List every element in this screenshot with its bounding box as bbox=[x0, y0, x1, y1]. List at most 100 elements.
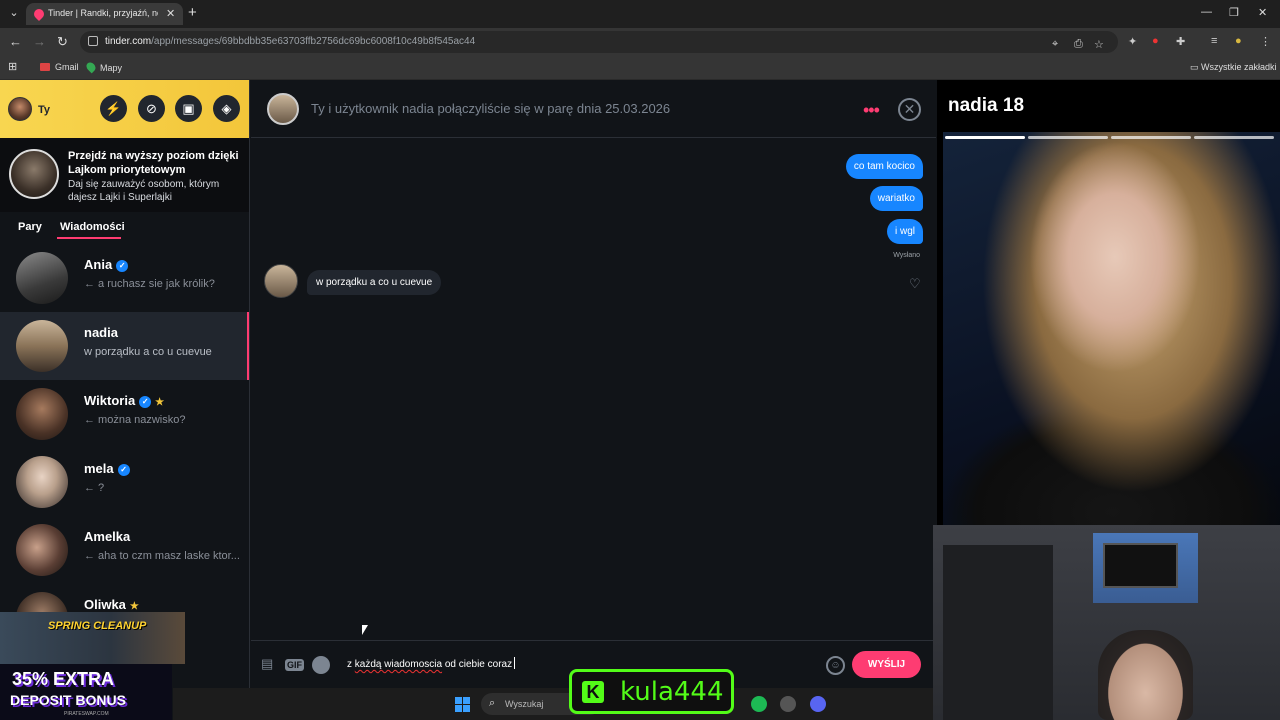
discord-taskbar-icon[interactable] bbox=[810, 696, 826, 712]
conversation-item[interactable]: Wiktoria ✓ ★ ← można nazwisko? bbox=[0, 380, 249, 448]
emoji-icon[interactable]: ☺ bbox=[826, 656, 845, 675]
kick-channel-name: kula444 bbox=[620, 677, 724, 707]
maximize-icon[interactable]: ❐ bbox=[1229, 6, 1239, 19]
match-date-text: Ty i użytkownik nadia połączyliście się … bbox=[311, 101, 671, 116]
tab-matches[interactable]: Pary bbox=[18, 221, 42, 233]
browser-tabbar: ⌄ Tinder | Randki, przyjaźń, nowe ✕ + — … bbox=[0, 0, 1280, 28]
url-text: tinder.com/app/messages/69bbdbb35e63703f… bbox=[105, 36, 475, 47]
site-info-icon[interactable] bbox=[88, 36, 98, 46]
kick-logo-icon: K bbox=[582, 681, 604, 703]
webcam-tv bbox=[1103, 543, 1178, 588]
extensions-puzzle-icon[interactable]: ✚ bbox=[1176, 35, 1185, 48]
bookmark-star-icon[interactable]: ☆ bbox=[1094, 38, 1104, 51]
conversation-name: Amelka bbox=[84, 529, 131, 544]
install-icon[interactable]: ⎙ bbox=[1074, 38, 1083, 51]
steam-taskbar-icon[interactable] bbox=[780, 696, 796, 712]
conversation-preview: ← a ruchasz sie jak królik? bbox=[84, 278, 215, 290]
my-avatar[interactable] bbox=[8, 97, 32, 121]
boost-lightning-icon[interactable]: ⚡ bbox=[100, 95, 127, 122]
gif-button[interactable]: GIF bbox=[285, 659, 304, 671]
my-profile-label[interactable]: Ty bbox=[38, 104, 50, 116]
priority-likes-promo[interactable]: Przejdź na wyższy poziom dzięki Lajkom p… bbox=[0, 138, 249, 212]
contact-card-icon[interactable]: ▤ bbox=[261, 656, 273, 672]
mouse-cursor bbox=[362, 625, 368, 635]
browser-tab[interactable]: Tinder | Randki, przyjaźń, nowe ✕ bbox=[26, 3, 183, 25]
profile-name: nadia bbox=[948, 95, 998, 116]
media-icon[interactable]: ≡ bbox=[1211, 35, 1217, 47]
conversation-item-active[interactable]: nadia w porządku a co u cuevue bbox=[0, 312, 249, 380]
super-like-icon: ★ bbox=[155, 397, 165, 408]
sidebar-header: Ty ⚡ ⊘ ▣ ◈ bbox=[0, 80, 249, 138]
minimize-icon[interactable]: — bbox=[1201, 6, 1212, 18]
avatar bbox=[16, 388, 68, 440]
safety-shield-icon[interactable]: ◈ bbox=[213, 95, 240, 122]
conversation-item[interactable]: Ania ✓ ← a ruchasz sie jak królik? bbox=[0, 244, 249, 312]
taskbar-search-label: Wyszukaj bbox=[505, 699, 544, 709]
conversation-name: Ania ✓ bbox=[84, 257, 129, 272]
chat-header: Ty i użytkownik nadia połączyliście się … bbox=[251, 80, 936, 138]
record-icon[interactable]: ● bbox=[1152, 35, 1159, 47]
promo-avatar bbox=[9, 149, 59, 199]
conversation-item[interactable]: mela ✓ ← ? bbox=[0, 448, 249, 516]
bookmark-gmail[interactable]: Gmail bbox=[40, 62, 79, 72]
photo-progress bbox=[1111, 136, 1191, 139]
profile-avatar-icon[interactable]: ● bbox=[1235, 35, 1242, 47]
tab-close-icon[interactable]: ✕ bbox=[166, 7, 175, 20]
gmail-icon bbox=[40, 63, 50, 71]
tab-messages[interactable]: Wiadomości bbox=[60, 221, 125, 233]
conversation-preview: ← można nazwisko? bbox=[84, 414, 186, 426]
tinder-flame-icon bbox=[31, 6, 47, 22]
verified-badge-icon: ✓ bbox=[117, 464, 130, 476]
bookmark-maps[interactable]: Mapy bbox=[84, 60, 123, 74]
conversation-name: Wiktoria ✓ ★ bbox=[84, 393, 164, 408]
ad-site: PIRATESWAP.COM bbox=[64, 711, 109, 717]
conversation-preview: w porządku a co u cuevue bbox=[84, 346, 212, 358]
ad-banner-text: SPRING CLEANUP bbox=[48, 620, 147, 632]
spotify-taskbar-icon[interactable] bbox=[751, 696, 767, 712]
ad-deposit: DEPOSIT BONUS bbox=[10, 692, 126, 708]
sender-avatar[interactable] bbox=[264, 264, 298, 298]
address-bar[interactable]: tinder.com/app/messages/69bbdbb35e63703f… bbox=[80, 31, 1118, 53]
close-chat-icon[interactable]: ✕ bbox=[898, 98, 921, 121]
conversation-name-text: mela bbox=[84, 461, 114, 476]
conversation-item[interactable]: Amelka ← aha to czm masz laske ktor... bbox=[0, 516, 249, 584]
reload-icon[interactable]: ↻ bbox=[57, 34, 68, 49]
verified-badge-icon: ✓ bbox=[116, 260, 129, 272]
input-misspelled: każdą wiadomoscia bbox=[354, 659, 443, 670]
more-options-icon[interactable]: ••• bbox=[863, 100, 880, 121]
new-tab-icon[interactable]: + bbox=[188, 4, 197, 22]
like-heart-icon[interactable]: ♡ bbox=[909, 276, 921, 292]
avatar bbox=[16, 524, 68, 576]
browser-menu-icon[interactable]: ⋮ bbox=[1260, 35, 1271, 48]
work-briefcase-icon[interactable]: ▣ bbox=[175, 95, 202, 122]
url-host: tinder.com bbox=[105, 36, 152, 47]
forward-icon[interactable]: → bbox=[33, 34, 46, 49]
all-bookmarks-label: Wszystkie zakładki bbox=[1201, 62, 1277, 72]
spotify-icon[interactable] bbox=[312, 656, 330, 674]
explore-compass-icon[interactable]: ⊘ bbox=[138, 95, 165, 122]
bookmark-maps-label: Mapy bbox=[100, 63, 123, 73]
outgoing-message: wariatko bbox=[869, 186, 923, 211]
profile-photo[interactable] bbox=[943, 132, 1280, 525]
avatar bbox=[16, 252, 68, 304]
windows-start-icon[interactable] bbox=[455, 697, 470, 712]
window-close-icon[interactable]: ✕ bbox=[1258, 6, 1267, 19]
extension-icon[interactable]: ✦ bbox=[1128, 35, 1137, 48]
match-avatar[interactable] bbox=[267, 93, 299, 125]
location-icon[interactable]: ⌖ bbox=[1052, 38, 1058, 51]
super-like-icon: ★ bbox=[129, 601, 139, 612]
kick-channel-overlay: K kula444 bbox=[569, 669, 734, 714]
tab-search-icon[interactable]: ⌄ bbox=[5, 4, 23, 22]
photo-progress bbox=[1194, 136, 1274, 139]
webcam-wardrobe bbox=[943, 545, 1053, 720]
search-icon: ⌕ bbox=[489, 697, 496, 709]
back-icon[interactable]: ← bbox=[9, 34, 22, 49]
promo-subtitle: Daj się zauważyć osobom, którym dajesz L… bbox=[68, 179, 220, 203]
all-bookmarks[interactable]: ▭ Wszystkie zakładki bbox=[1190, 62, 1277, 73]
verified-badge-icon: ✓ bbox=[139, 396, 152, 408]
avatar bbox=[16, 456, 68, 508]
send-button[interactable]: WYŚLIJ bbox=[852, 651, 921, 678]
tab-title: Tinder | Randki, przyjaźń, nowe bbox=[48, 8, 158, 18]
conversation-name-text: Oliwka bbox=[84, 597, 126, 612]
apps-grid-icon[interactable]: ⊞ bbox=[8, 60, 17, 73]
